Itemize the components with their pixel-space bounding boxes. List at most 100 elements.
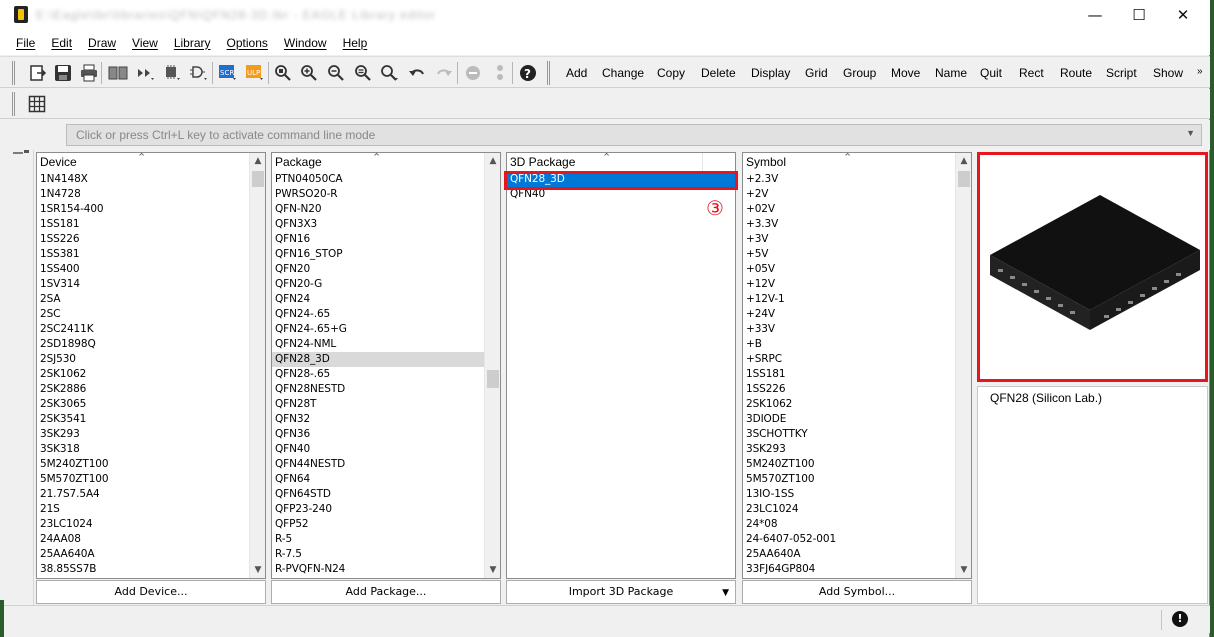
package-list-item[interactable]: PTN04050CA: [272, 172, 484, 187]
package-list-item[interactable]: QFN40: [272, 442, 484, 457]
dropdown-arrow-icon[interactable]: ▼: [722, 582, 729, 604]
symbol-list-item[interactable]: +SRPC: [743, 352, 955, 367]
menu-file[interactable]: File: [8, 36, 43, 50]
package-list-item[interactable]: QFN44NESTD: [272, 457, 484, 472]
symbol-list-item[interactable]: 5M240ZT100: [743, 457, 955, 472]
toolbar-overflow-button[interactable]: »: [1197, 66, 1203, 77]
package-list-item[interactable]: QFN64STD: [272, 487, 484, 502]
device-list-item[interactable]: 5M570ZT100: [37, 472, 249, 487]
symbol-list-item[interactable]: +B: [743, 337, 955, 352]
symbol-list-item[interactable]: +12V-1: [743, 292, 955, 307]
scroll-down-icon[interactable]: ▼: [956, 562, 971, 578]
device-list-item[interactable]: 1SS181: [37, 217, 249, 232]
package-list-item[interactable]: QFN24-.65: [272, 307, 484, 322]
device-list-item[interactable]: 2SK1062: [37, 367, 249, 382]
package-list-item[interactable]: QFN24-.65+G: [272, 322, 484, 337]
print-icon[interactable]: [79, 63, 99, 83]
package-list-item[interactable]: R-PVQFN-N24: [272, 562, 484, 577]
scroll-down-icon[interactable]: ▼: [250, 562, 265, 578]
package3d-list-item[interactable]: QFN28_3D: [507, 172, 735, 187]
stop-icon[interactable]: [463, 63, 483, 83]
symbol-list-item[interactable]: 24-6407-052-001: [743, 532, 955, 547]
symbol-list-item[interactable]: +02V: [743, 202, 955, 217]
device-list-item[interactable]: 2SC2411K: [37, 322, 249, 337]
package-list-item[interactable]: QFN3X3: [272, 217, 484, 232]
scroll-up-icon[interactable]: ▲: [250, 153, 265, 169]
device-list-item[interactable]: 23LC1024: [37, 517, 249, 532]
device-list-item[interactable]: 2SC: [37, 307, 249, 322]
package-list-item[interactable]: QFN28_3D: [272, 352, 484, 367]
package-list-item[interactable]: QFN24-NML: [272, 337, 484, 352]
symbol-list-item[interactable]: 3DIODE: [743, 412, 955, 427]
symbol-list-item[interactable]: 13IO-1SS: [743, 487, 955, 502]
cmd-group[interactable]: Group: [843, 66, 876, 80]
device-list-item[interactable]: 5M240ZT100: [37, 457, 249, 472]
symbol-list-item[interactable]: 5M570ZT100: [743, 472, 955, 487]
menu-draw[interactable]: Draw: [80, 36, 124, 50]
menu-edit[interactable]: Edit: [43, 36, 80, 50]
zoom-select-icon[interactable]: [380, 63, 400, 83]
package-list-item[interactable]: QFN28NESTD: [272, 382, 484, 397]
device-list-item[interactable]: 1SS400: [37, 262, 249, 277]
command-history-dropdown-icon[interactable]: ▼: [1186, 128, 1195, 138]
cmd-display[interactable]: Display: [751, 66, 790, 80]
package3d-column-header[interactable]: 3D Package ⌃: [507, 153, 703, 171]
package-list-item[interactable]: R-5: [272, 532, 484, 547]
package-list-item[interactable]: QFN16_STOP: [272, 247, 484, 262]
symbol-list-item[interactable]: +33V: [743, 322, 955, 337]
package-list-item[interactable]: QFN16: [272, 232, 484, 247]
device-scrollbar[interactable]: ▲ ▼: [249, 153, 265, 578]
cmd-show[interactable]: Show: [1153, 66, 1183, 80]
package-list-item[interactable]: PWRSO20-R: [272, 187, 484, 202]
scroll-thumb[interactable]: [252, 171, 264, 187]
device-list-item[interactable]: 2SK3541: [37, 412, 249, 427]
device-list-item[interactable]: 21S: [37, 502, 249, 517]
add-device-button[interactable]: Add Device...: [36, 580, 266, 604]
cmd-quit[interactable]: Quit: [980, 66, 1002, 80]
cmd-change[interactable]: Change: [602, 66, 644, 80]
scroll-up-icon[interactable]: ▲: [956, 153, 971, 169]
package-list-item[interactable]: QFN64: [272, 472, 484, 487]
cmd-copy[interactable]: Copy: [657, 66, 685, 80]
zoom-redraw-icon[interactable]: [353, 63, 373, 83]
package-column-header[interactable]: Package ⌃: [272, 153, 486, 171]
symbol-scrollbar[interactable]: ▲ ▼: [955, 153, 971, 578]
symbol-list-item[interactable]: +5V: [743, 247, 955, 262]
cmd-rect[interactable]: Rect: [1019, 66, 1044, 80]
symbol-list-item[interactable]: 23LC1024: [743, 502, 955, 517]
zoom-fit-icon[interactable]: [273, 63, 293, 83]
add-symbol-button[interactable]: Add Symbol...: [742, 580, 972, 604]
command-line-input[interactable]: Click or press Ctrl+L key to activate co…: [66, 124, 1202, 146]
package-list-item[interactable]: QFN20-G: [272, 277, 484, 292]
go-icon[interactable]: [490, 63, 510, 83]
help-icon[interactable]: ?: [518, 63, 538, 83]
symbol-list-item[interactable]: 3SK293: [743, 442, 955, 457]
device-list-item[interactable]: 24AA08: [37, 532, 249, 547]
symbol-list-item[interactable]: +12V: [743, 277, 955, 292]
device-list-item[interactable]: 1SR154-400: [37, 202, 249, 217]
close-button[interactable]: ✕: [1160, 0, 1206, 30]
cmd-delete[interactable]: Delete: [701, 66, 736, 80]
package-list-item[interactable]: QFN28-.65: [272, 367, 484, 382]
package-list-item[interactable]: QFP23-240: [272, 502, 484, 517]
device-list-item[interactable]: 2SJ530: [37, 352, 249, 367]
cmd-move[interactable]: Move: [891, 66, 920, 80]
maximize-button[interactable]: ☐: [1116, 0, 1162, 30]
scroll-thumb[interactable]: [958, 171, 970, 187]
package-list-item[interactable]: QFN28T: [272, 397, 484, 412]
scroll-thumb[interactable]: [487, 370, 499, 388]
symbol-column-header[interactable]: Symbol ⌃: [743, 153, 957, 171]
grid-icon[interactable]: [27, 94, 47, 114]
package-pads-icon[interactable]: [136, 63, 156, 83]
add-package-button[interactable]: Add Package...: [271, 580, 501, 604]
device-list-item[interactable]: 2SK2886: [37, 382, 249, 397]
package-list-item[interactable]: QFN20: [272, 262, 484, 277]
device-list-item[interactable]: 2SK3065: [37, 397, 249, 412]
warning-icon[interactable]: !: [1172, 611, 1188, 627]
device-list-item[interactable]: 1SS226: [37, 232, 249, 247]
minimize-button[interactable]: —: [1072, 0, 1118, 30]
menu-options[interactable]: Options: [219, 36, 276, 50]
chip-icon[interactable]: [162, 63, 182, 83]
menu-library[interactable]: Library: [166, 36, 219, 50]
symbol-list-item[interactable]: +24V: [743, 307, 955, 322]
